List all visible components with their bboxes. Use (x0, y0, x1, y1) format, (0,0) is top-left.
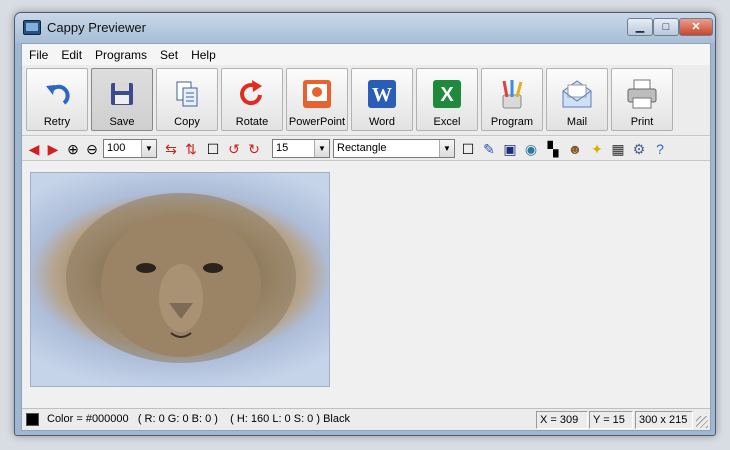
zoom-in-icon[interactable]: ⊕ (64, 140, 82, 158)
rotate-left-icon[interactable]: ↺ (225, 140, 243, 158)
retry-label: Retry (43, 116, 71, 128)
help-icon[interactable]: ? (651, 140, 669, 158)
powerpoint-icon (303, 80, 331, 108)
zoom-select[interactable]: 100 ▼ (103, 139, 157, 158)
rectangle-tool-icon[interactable]: ☐ (459, 140, 477, 158)
rotate-button[interactable]: Rotate (221, 68, 283, 131)
frame-icon[interactable]: ▣ (501, 140, 519, 158)
color-info: Color = #000000 ( R: 0 G: 0 B: 0 ) ( H: … (44, 411, 534, 429)
window-title: Cappy Previewer (47, 20, 146, 35)
flip-vertical-icon[interactable]: ⇅ (182, 140, 200, 158)
zoom-value: 100 (107, 142, 126, 154)
flip-horizontal-icon[interactable]: ⇆ (162, 140, 180, 158)
next-arrow-icon[interactable]: ▶ (44, 140, 62, 158)
word-icon: W (368, 80, 396, 108)
word-label: Word (368, 116, 396, 128)
printer-icon (627, 79, 657, 109)
save-button[interactable]: Save (91, 68, 153, 131)
svg-text:W: W (372, 84, 392, 106)
copy-button[interactable]: Copy (156, 68, 218, 131)
color-hex: Color = #000000 (47, 413, 129, 425)
minimize-button[interactable]: ▁ (627, 18, 653, 36)
undo-arrow-icon (46, 84, 70, 105)
resize-grip[interactable] (696, 416, 708, 428)
main-toolbar: Retry Save Copy Rotate PowerPoint W Word… (22, 65, 710, 136)
paint-brushes-icon (502, 80, 523, 109)
menu-set[interactable]: Set (153, 44, 184, 62)
print-label: Print (630, 116, 654, 128)
app-icon[interactable] (23, 20, 41, 35)
title-bar[interactable]: Cappy Previewer ▁ □ ✕ (15, 13, 715, 43)
lightbulb-icon[interactable]: ✦ (588, 140, 606, 158)
calendar-icon[interactable]: ▦ (609, 140, 627, 158)
copy-icon (176, 81, 198, 107)
excel-icon: X (433, 80, 461, 108)
thickness-select[interactable]: 15 ▼ (272, 139, 330, 158)
maximize-button[interactable]: □ (653, 18, 679, 36)
close-button[interactable]: ✕ (679, 18, 713, 36)
copy-label: Copy (174, 116, 200, 128)
eyedropper-icon[interactable]: ✎ (480, 140, 498, 158)
color-swatch (26, 413, 39, 426)
client-area: File Edit Programs Set Help Retry Save C… (21, 43, 711, 431)
image-size: 300 x 215 (635, 411, 693, 429)
powerpoint-label: PowerPoint (288, 116, 346, 128)
excel-label: Excel (433, 116, 461, 128)
menu-edit[interactable]: Edit (54, 44, 88, 62)
y-coordinate: Y = 15 (589, 411, 633, 429)
color-hsl-name: ( H: 160 L: 0 S: 0 ) Black (230, 413, 350, 425)
svg-text:X: X (440, 84, 454, 106)
gear-icon[interactable]: ⚙ (630, 140, 648, 158)
menu-help[interactable]: Help (184, 44, 222, 62)
rotate-label: Rotate (235, 116, 269, 128)
checker-pattern-icon[interactable]: ▚ (544, 140, 562, 158)
print-button[interactable]: Print (611, 68, 673, 131)
menu-file[interactable]: File (22, 44, 54, 62)
shape-value: Rectangle (337, 142, 387, 154)
retry-button[interactable]: Retry (26, 68, 88, 131)
program-button[interactable]: Program (481, 68, 543, 131)
menu-bar: File Edit Programs Set Help (22, 44, 710, 65)
image-canvas[interactable] (22, 162, 710, 408)
rotate-icon (240, 80, 262, 106)
face-image-icon[interactable]: ☻ (566, 140, 584, 158)
shape-select[interactable]: Rectangle ▼ (333, 139, 455, 158)
lion-cub-illustration (66, 193, 296, 363)
save-label: Save (109, 116, 135, 128)
mail-button[interactable]: Mail (546, 68, 608, 131)
crop-box-icon[interactable]: ☐ (204, 140, 222, 158)
program-label: Program (490, 116, 534, 128)
lion-cub-image (30, 172, 330, 387)
excel-button[interactable]: X Excel (416, 68, 478, 131)
color-picker-icon[interactable]: ◉ (522, 140, 540, 158)
x-coordinate: X = 309 (536, 411, 588, 429)
floppy-disk-icon (111, 83, 133, 105)
mail-label: Mail (566, 116, 588, 128)
rotate-right-icon[interactable]: ↻ (245, 140, 263, 158)
tools-toolbar: ◀ ▶ ⊕ ⊖ 100 ▼ ⇆ ⇅ ☐ ↺ ↻ 15 ▼ Rectangle ▼… (22, 137, 710, 161)
chevron-down-icon[interactable]: ▼ (314, 140, 329, 157)
status-bar: Color = #000000 ( R: 0 G: 0 B: 0 ) ( H: … (22, 408, 710, 430)
word-button[interactable]: W Word (351, 68, 413, 131)
powerpoint-button[interactable]: PowerPoint (286, 68, 348, 131)
app-window: Cappy Previewer ▁ □ ✕ File Edit Programs Se… (14, 12, 716, 436)
color-rgb: ( R: 0 G: 0 B: 0 ) (137, 413, 218, 425)
menu-programs[interactable]: Programs (88, 44, 153, 62)
thickness-value: 15 (276, 142, 289, 154)
mail-envelope-icon (562, 80, 592, 108)
previous-arrow-icon[interactable]: ◀ (25, 140, 43, 158)
chevron-down-icon[interactable]: ▼ (141, 140, 156, 157)
chevron-down-icon[interactable]: ▼ (439, 140, 454, 157)
zoom-out-icon[interactable]: ⊖ (83, 140, 101, 158)
